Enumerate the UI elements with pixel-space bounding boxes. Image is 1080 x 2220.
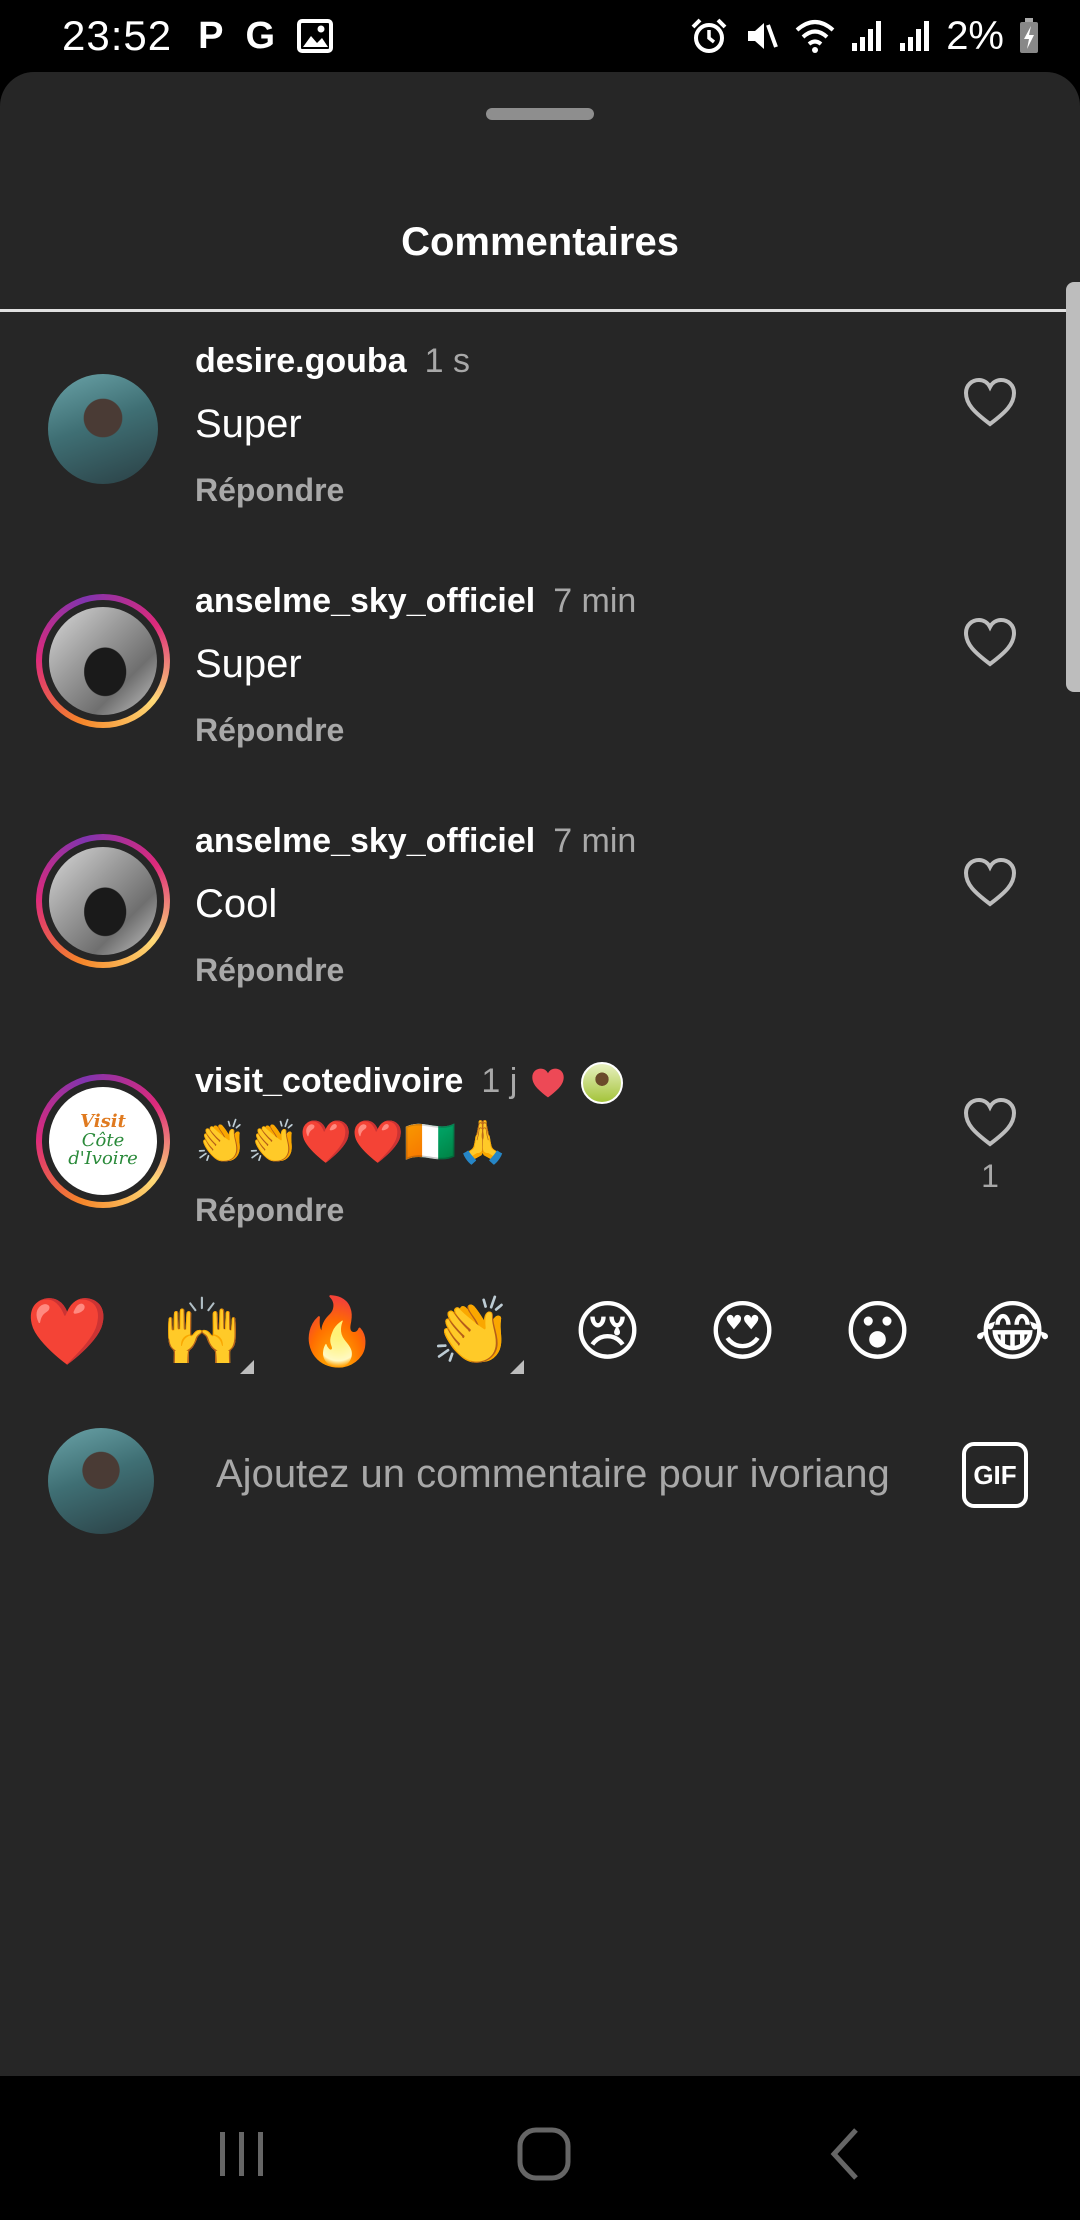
emoji-glyph: 🙌	[161, 1293, 244, 1370]
comment-input[interactable]: Ajoutez un commentaire pour ivoriang	[216, 1452, 916, 1497]
mute-icon	[748, 23, 779, 49]
creator-avatar	[581, 1062, 624, 1105]
reply-button[interactable]: Répondre	[195, 472, 344, 509]
emoji-raising-hands-button[interactable]: 🙌	[135, 1282, 270, 1382]
emoji-surprised-button[interactable]: 😮	[810, 1282, 945, 1382]
comment-item: anselme_sky_officiel 7 min Super Répondre	[0, 580, 1080, 820]
comment-text: Cool	[195, 882, 278, 926]
status-system-icons: 2%	[690, 14, 1040, 59]
emoji-glyph: 👏	[431, 1293, 514, 1370]
battery-charging-icon	[1020, 18, 1038, 53]
emoji-heart-eyes-button[interactable]: 😍	[675, 1282, 810, 1382]
avatar	[42, 600, 164, 722]
logo-text: Visit Côte d'Ivoire	[49, 1110, 157, 1170]
comment-text: 👏👏❤️❤️🇨🇮🙏	[195, 1118, 509, 1165]
google-notification-icon: G	[245, 15, 276, 57]
avatar-image	[49, 607, 157, 715]
comment-username[interactable]: visit_cotedivoire 1 j	[195, 1062, 624, 1105]
skin-tone-indicator	[240, 1360, 254, 1374]
emoji-laughing-button[interactable]: 😂	[945, 1282, 1080, 1382]
navigation-bar	[0, 2076, 1080, 2220]
comments-sheet: Commentaires desire.gouba 1 s Super Répon…	[0, 72, 1080, 2076]
heart-icon[interactable]	[962, 616, 1018, 668]
red-heart-icon	[532, 1068, 564, 1098]
emoji-fire-button[interactable]: 🔥	[270, 1282, 405, 1382]
heart-icon[interactable]	[962, 1096, 1018, 1148]
avatar	[42, 840, 164, 962]
recent-apps-icon[interactable]	[212, 2124, 272, 2184]
reply-button[interactable]: Répondre	[195, 712, 344, 749]
visit-cotedivoire-logo: Visit Côte d'Ivoire	[49, 1087, 157, 1195]
signal-icon	[852, 21, 882, 51]
comment-time: 1 j	[481, 1062, 518, 1100]
username-text: anselme_sky_officiel	[195, 822, 536, 860]
signal-icon-2	[900, 21, 930, 51]
comment-username[interactable]: desire.gouba 1 s	[195, 342, 470, 381]
emoji-crying-button[interactable]: 😢	[540, 1282, 675, 1382]
avatar: Visit Côte d'Ivoire	[42, 1080, 164, 1202]
comment-username[interactable]: anselme_sky_officiel 7 min	[195, 822, 636, 861]
comment-username[interactable]: anselme_sky_officiel 7 min	[195, 582, 636, 621]
emoji-quick-bar: ❤️ 🙌 🔥 👏 😢 😍 😮 😂	[0, 1282, 1080, 1382]
logo-line2: Côte d'Ivoire	[68, 1129, 138, 1170]
emoji-clap-button[interactable]: 👏	[405, 1282, 540, 1382]
username-text: visit_cotedivoire	[195, 1062, 464, 1100]
home-icon[interactable]	[514, 2124, 574, 2184]
heart-icon[interactable]	[962, 376, 1018, 428]
comment-text: Super	[195, 642, 302, 686]
comment-item: desire.gouba 1 s Super Répondre	[0, 340, 1080, 580]
avatar-story-ring[interactable]	[36, 594, 170, 728]
avatar-image	[49, 847, 157, 955]
battery-percentage: 2%	[946, 13, 1004, 58]
drag-handle[interactable]	[486, 108, 594, 120]
like-count[interactable]: 1	[962, 1158, 1018, 1195]
sheet-title: Commentaires	[401, 220, 679, 264]
comment-text: Super	[195, 402, 302, 446]
reply-button[interactable]: Répondre	[195, 1192, 344, 1229]
paypal-notification-icon: P	[198, 15, 224, 57]
creator-liked-indicator	[529, 1062, 624, 1105]
comment-input-row: Ajoutez un commentaire pour ivoriang GIF	[0, 1412, 1080, 1548]
comment-item: anselme_sky_officiel 7 min Cool Répondre	[0, 820, 1080, 1060]
comment-time: 1 s	[424, 342, 470, 380]
logo-line1: Visit	[80, 1110, 126, 1132]
avatar-story-ring[interactable]	[36, 834, 170, 968]
avatar[interactable]	[36, 362, 170, 496]
username-text: anselme_sky_officiel	[195, 582, 536, 620]
current-user-avatar	[48, 1428, 154, 1534]
emoji-heart-button[interactable]: ❤️	[0, 1282, 135, 1382]
comment-time: 7 min	[553, 822, 637, 860]
wifi-icon	[795, 20, 835, 53]
skin-tone-indicator	[510, 1360, 524, 1374]
comment-time: 7 min	[553, 582, 637, 620]
heart-icon[interactable]	[962, 856, 1018, 908]
status-time: 23:52	[62, 12, 173, 59]
alarm-icon	[691, 18, 727, 53]
image-notification-icon	[297, 19, 334, 53]
status-notification-icons: P G	[198, 15, 334, 57]
title-divider	[0, 309, 1080, 312]
back-icon[interactable]	[816, 2124, 876, 2184]
comment-item: Visit Côte d'Ivoire visit_cotedivoire 1 j …	[0, 1060, 1080, 1300]
gif-button[interactable]: GIF	[962, 1442, 1028, 1508]
status-bar: 23:52 P G 2%	[0, 0, 1080, 72]
username-text: desire.gouba	[195, 342, 407, 380]
avatar-image	[48, 374, 158, 484]
reply-button[interactable]: Répondre	[195, 952, 344, 989]
avatar-story-ring[interactable]: Visit Côte d'Ivoire	[36, 1074, 170, 1208]
